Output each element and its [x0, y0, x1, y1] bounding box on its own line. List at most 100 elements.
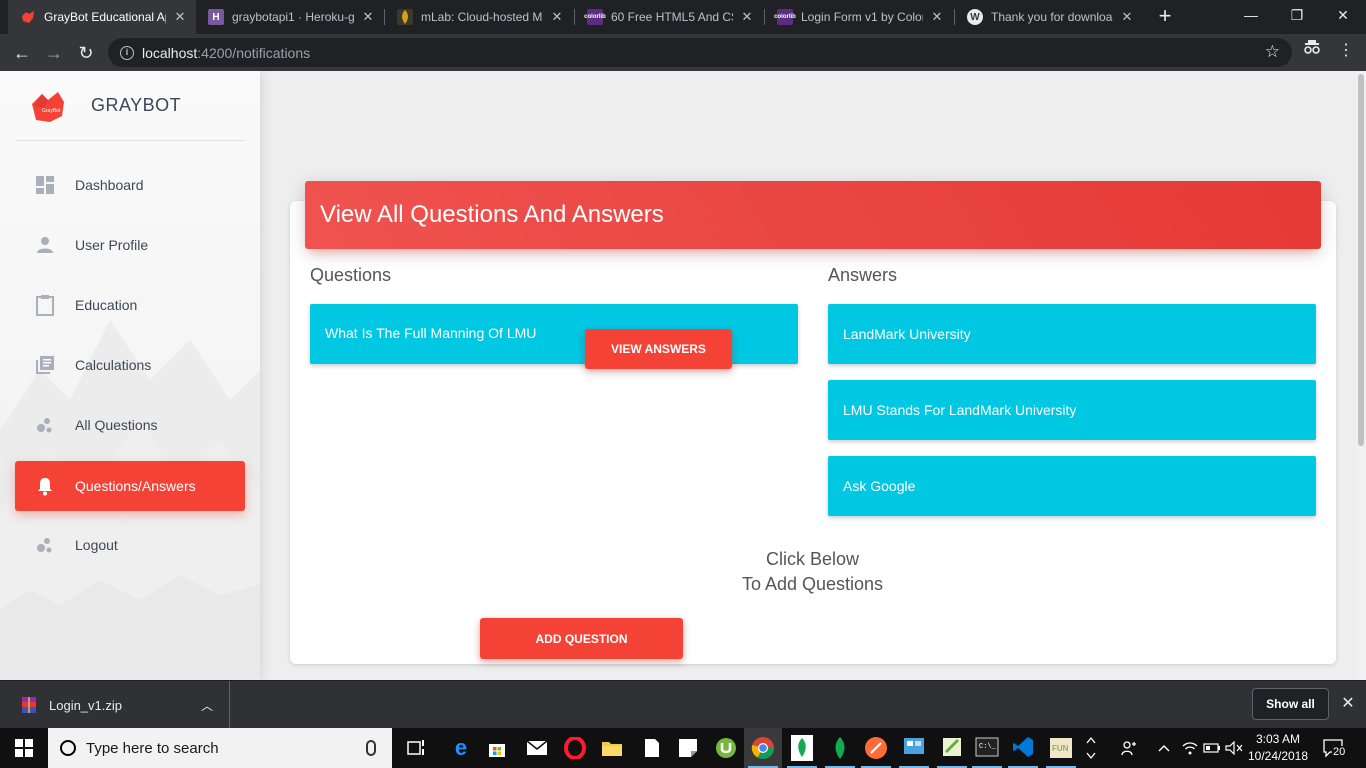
tab-wordpress[interactable]: W Thank you for downloa ✕	[955, 0, 1143, 34]
close-icon[interactable]: ✕	[929, 9, 945, 25]
sidebar-item-education[interactable]: Education	[15, 280, 245, 330]
close-icon[interactable]: ✕	[172, 9, 188, 25]
svg-text:GrayBot: GrayBot	[42, 108, 61, 114]
vscode-taskbar-button[interactable]	[1004, 728, 1042, 768]
add-question-button[interactable]: ADD QUESTION	[480, 618, 683, 659]
info-icon[interactable]: i	[120, 45, 134, 60]
heroku-favicon-icon: H	[208, 9, 224, 25]
search-icon	[60, 740, 76, 756]
tab-title: graybotapi1 · Heroku-g	[232, 10, 354, 24]
system-clock[interactable]: 3:03 AM 10/24/2018	[1246, 731, 1310, 765]
menu-kebab-icon[interactable]: ⋮	[1334, 40, 1358, 60]
bubble-chart-icon	[33, 533, 57, 557]
sidebar-item-label: User Profile	[75, 237, 149, 253]
scrollbar-thumb[interactable]	[1358, 74, 1364, 446]
chevron-up-icon[interactable]: ︿	[201, 697, 213, 714]
sticky-notes-icon[interactable]	[676, 736, 700, 760]
command-prompt-taskbar-button[interactable]: C:\_	[968, 728, 1006, 768]
windows-start-icon[interactable]	[0, 728, 48, 768]
person-icon	[33, 233, 57, 257]
utorrent-icon[interactable]	[714, 736, 738, 760]
microphone-icon[interactable]	[366, 740, 376, 756]
hint-line: To Add Questions	[741, 574, 884, 594]
mail-icon[interactable]	[525, 736, 549, 760]
fun-app-taskbar-button[interactable]: FUN	[1042, 728, 1080, 768]
download-item[interactable]: Login_v1.zip ︿	[0, 681, 230, 729]
page-scrollbar[interactable]	[1356, 71, 1366, 680]
answer-item: Ask Google	[828, 456, 1316, 516]
chrome-taskbar-button[interactable]	[744, 728, 782, 768]
mongodb-compass-taskbar-button[interactable]	[783, 728, 821, 768]
graybot-favicon-icon	[20, 9, 36, 25]
sidebar-item-all-questions[interactable]: All Questions	[15, 400, 245, 450]
winrar-archive-icon	[20, 696, 38, 714]
bubble-chart-icon	[33, 413, 57, 437]
tab-heroku[interactable]: H graybotapi1 · Heroku-g ✕	[196, 0, 384, 34]
reload-icon[interactable]: ↻	[72, 39, 100, 67]
mongodb-taskbar-button[interactable]	[821, 728, 859, 768]
sidebar-item-logout[interactable]: Logout	[15, 520, 245, 570]
incognito-icon[interactable]	[1300, 40, 1324, 59]
view-answers-button[interactable]: VIEW ANSWERS	[585, 329, 732, 369]
restore-button[interactable]: ❐	[1274, 0, 1320, 32]
download-filename: Login_v1.zip	[49, 697, 122, 713]
postman-taskbar-button[interactable]	[857, 728, 895, 768]
url-host: localhost	[142, 44, 198, 61]
close-icon[interactable]: ✕	[1119, 9, 1135, 25]
tab-colorlib-templates[interactable]: colorlib 60 Free HTML5 And CSS ✕	[575, 0, 763, 34]
file-explorer-icon[interactable]	[600, 736, 624, 760]
close-icon[interactable]: ✕	[739, 9, 755, 25]
show-all-button[interactable]: Show all	[1252, 688, 1329, 720]
answer-item: LandMark University	[828, 304, 1316, 364]
people-icon[interactable]	[1118, 728, 1140, 768]
add-question-hint: Click Below To Add Questions	[640, 547, 985, 597]
new-tab-button[interactable]: +	[1152, 4, 1178, 30]
tab-title: mLab: Cloud-hosted M	[421, 10, 543, 24]
tab-colorlib-login[interactable]: colorlib Login Form v1 by Colorl ✕	[765, 0, 953, 34]
volume-muted-icon[interactable]	[1224, 728, 1244, 768]
edge-browser-icon[interactable]: e	[449, 735, 473, 760]
forward-arrow-icon[interactable]: →	[40, 39, 68, 67]
sidebar: GrayBot GRAYBOT Dashboard User Profile E…	[0, 71, 260, 680]
control-panel-taskbar-button[interactable]	[895, 728, 933, 768]
chevron-up-icon[interactable]	[1155, 728, 1173, 768]
action-center-icon[interactable]: 20	[1322, 738, 1347, 758]
sidebar-item-questions-answers[interactable]: Questions/Answers	[15, 461, 245, 511]
answer-text: LandMark University	[843, 326, 971, 342]
sidebar-item-label: Education	[75, 297, 138, 313]
close-icon[interactable]: ✕	[360, 9, 376, 25]
close-icon[interactable]: ✕	[549, 9, 565, 25]
questions-heading: Questions	[310, 265, 392, 285]
back-arrow-icon[interactable]: ←	[8, 39, 36, 67]
bookmark-star-icon[interactable]: ☆	[1265, 42, 1280, 62]
close-icon[interactable]: ✕	[1338, 693, 1358, 713]
minimize-button[interactable]: —	[1228, 0, 1274, 32]
browser-toolbar: ← → ↻ i localhost:4200/notifications ☆ ⋮	[0, 34, 1366, 71]
store-icon[interactable]	[485, 736, 509, 760]
tab-title: Login Form v1 by Colorl	[801, 10, 923, 24]
answer-text: Ask Google	[843, 478, 916, 494]
notepad-icon[interactable]	[640, 736, 664, 760]
answers-heading: Answers	[828, 265, 898, 285]
task-view-icon[interactable]	[405, 736, 429, 760]
tab-graybot[interactable]: GrayBot Educational App ✕	[8, 0, 196, 34]
opera-icon[interactable]	[563, 736, 587, 760]
tab-title: Thank you for downloa	[991, 10, 1113, 24]
card-title: View All Questions And Answers	[320, 201, 664, 228]
taskbar-search-box[interactable]: Type here to search	[48, 728, 392, 768]
library-books-icon	[33, 353, 57, 377]
address-bar[interactable]: i localhost:4200/notifications ☆	[108, 38, 1292, 67]
tab-mlab[interactable]: mLab: Cloud-hosted M ✕	[385, 0, 573, 34]
sidebar-item-calculations[interactable]: Calculations	[15, 340, 245, 390]
sidebar-item-dashboard[interactable]: Dashboard	[15, 160, 245, 210]
wifi-icon[interactable]	[1180, 728, 1200, 768]
notepad-plus-taskbar-button[interactable]	[933, 728, 971, 768]
windows-taskbar: Type here to search e C:\_ FUN 3:03 AM 1…	[0, 728, 1366, 768]
battery-icon[interactable]	[1202, 728, 1222, 768]
taskbar-scroll-arrows-icon[interactable]	[1084, 728, 1098, 768]
close-window-button[interactable]: ✕	[1320, 0, 1366, 32]
download-shelf: Login_v1.zip ︿ Show all ✕	[0, 680, 1366, 729]
sidebar-item-user-profile[interactable]: User Profile	[15, 220, 245, 270]
sidebar-brand[interactable]: GrayBot GRAYBOT	[15, 71, 245, 141]
clock-time: 3:03 AM	[1255, 732, 1301, 746]
